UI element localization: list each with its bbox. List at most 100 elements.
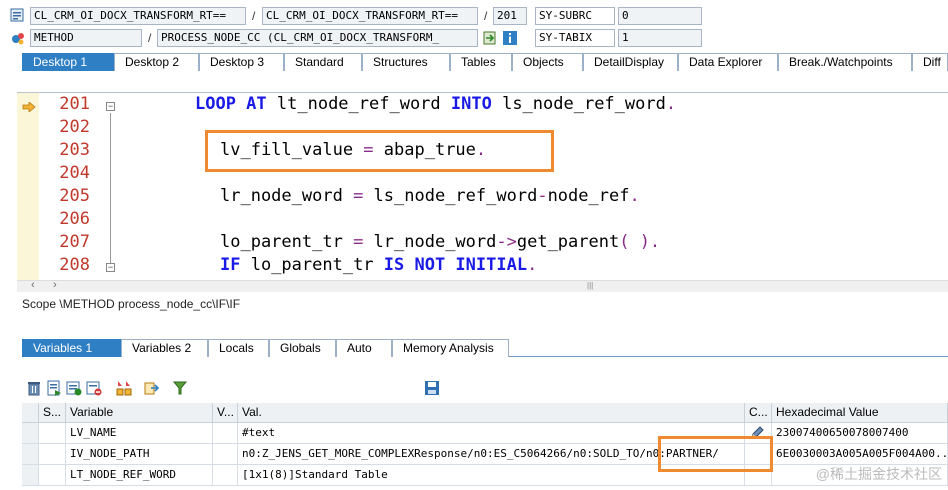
include-field[interactable]: CL_CRM_OI_DOCX_TRANSFORM_RT== (262, 7, 478, 25)
row-selector[interactable] (22, 444, 39, 465)
tab-desktop-2[interactable]: Desktop 2 (114, 53, 199, 71)
variables-tab-bar: Variables 1 Variables 2 Locals Globals A… (22, 339, 948, 357)
line-number: 208 (59, 255, 90, 275)
scope-text: Scope \METHOD process_node_cc\IF\IF (22, 297, 241, 311)
code-text: lr_node_word = ls_node_ref_word-node_ref… (220, 185, 640, 208)
delete-icon[interactable] (26, 380, 42, 396)
code-token: lo_parent_tr (240, 255, 384, 275)
detail-view-icon[interactable] (46, 380, 62, 396)
code-token: ls_node_ref_word (491, 94, 666, 114)
scroll-left-icon[interactable]: ‹ (31, 279, 35, 291)
code-token: . (527, 255, 538, 275)
sy-subrc-value-field[interactable]: 0 (618, 7, 702, 25)
sy-tabix-value-field[interactable]: 1 (618, 29, 702, 47)
column-header[interactable]: V... (213, 403, 238, 423)
code-token: lo_parent_tr (220, 232, 354, 252)
separator: / (252, 9, 256, 23)
tab-desktop-3[interactable]: Desktop 3 (199, 53, 284, 71)
code-token: lr_node_word (220, 186, 354, 206)
tab-structures[interactable]: Structures (362, 53, 450, 71)
code-text: IF lo_parent_tr IS NOT INITIAL. (220, 254, 537, 277)
desktop-tab-bar: Desktop 1 Desktop 2 Desktop 3 Standard S… (22, 53, 948, 71)
line-number: 207 (59, 232, 90, 252)
column-header[interactable]: Hexadecimal Value (772, 403, 948, 423)
code-token: LOOP AT (195, 94, 267, 114)
code-line[interactable]: 208 IF lo_parent_tr IS NOT INITIAL. (17, 254, 948, 277)
variable-name-cell[interactable]: IV_NODE_PATH (66, 444, 213, 465)
hex-value-cell: 6E0030003A005A005F004A00... (772, 444, 948, 465)
code-token: IF (220, 255, 241, 275)
tab-memory-analysis[interactable]: Memory Analysis (392, 339, 509, 357)
code-token: = (353, 232, 364, 252)
tab-standard[interactable]: Standard (284, 53, 362, 71)
sy-subrc-name-field[interactable]: SY-SUBRC (535, 7, 615, 25)
code-line[interactable]: 201 LOOP AT lt_node_ref_word INTO ls_node… (17, 93, 948, 116)
variable-name-cell[interactable]: LT_NODE_REF_WORD (66, 465, 213, 486)
code-token: node_ref (547, 186, 630, 206)
code-token: get_parent (516, 232, 620, 252)
tab-desktop-1[interactable]: Desktop 1 (22, 53, 114, 71)
highlight-box (205, 130, 554, 172)
type-field[interactable]: METHOD (30, 29, 142, 47)
column-header[interactable]: Val. (238, 403, 745, 423)
column-header[interactable]: C... (745, 403, 772, 423)
status-cell (39, 423, 66, 444)
row-selector-header (22, 403, 39, 423)
code-token: - (537, 186, 548, 206)
tab-globals[interactable]: Globals (269, 339, 336, 357)
tab-variables-2[interactable]: Variables 2 (121, 339, 208, 357)
horizontal-scrollbar[interactable]: ‹ › ||| (17, 279, 948, 292)
tab-tables[interactable]: Tables (450, 53, 512, 71)
row-selector[interactable] (22, 465, 39, 486)
tab-diff[interactable]: Diff (912, 53, 948, 71)
separator: / (148, 31, 152, 45)
program-field[interactable]: CL_CRM_OI_DOCX_TRANSFORM_RT== (30, 7, 246, 25)
tab-objects[interactable]: Objects (512, 53, 583, 71)
code-token: lt_node_ref_word (266, 94, 451, 114)
status-cell (39, 465, 66, 486)
program-icon (10, 8, 24, 22)
tab-detaildisplay[interactable]: DetailDisplay (583, 53, 678, 71)
delete-row-icon[interactable] (86, 380, 102, 396)
column-header[interactable]: S... (39, 403, 66, 423)
scroll-grip[interactable]: ||| (587, 281, 593, 290)
insert-row-icon[interactable] (66, 380, 82, 396)
scroll-right-icon[interactable]: › (53, 279, 57, 291)
line-number: 202 (59, 117, 90, 137)
column-header[interactable]: Variable (66, 403, 213, 423)
source-code-editor[interactable]: − − 201 LOOP AT lt_node_ref_word INTO ls_… (17, 92, 948, 292)
code-token: = (353, 186, 364, 206)
watermark: @稀土掘金技术社区 (815, 466, 942, 482)
v-cell (213, 465, 238, 486)
info-icon[interactable] (502, 30, 518, 46)
navigate-icon[interactable] (482, 30, 498, 46)
tab-locals[interactable]: Locals (208, 339, 269, 357)
code-line[interactable]: 206 (17, 208, 948, 231)
tab-data-explorer[interactable]: Data Explorer (678, 53, 778, 71)
sort-icon[interactable] (116, 380, 132, 396)
tab-variables-1[interactable]: Variables 1 (22, 339, 121, 357)
sy-tabix-name-field[interactable]: SY-TABIX (535, 29, 615, 47)
method-icon (10, 30, 26, 46)
line-number: 204 (59, 163, 90, 183)
code-line[interactable]: 205 lr_node_word = ls_node_ref_word-node_… (17, 185, 948, 208)
status-cell (39, 444, 66, 465)
filter-icon[interactable] (172, 380, 188, 396)
code-token: INTO (450, 94, 492, 114)
code-text: LOOP AT lt_node_ref_word INTO ls_node_re… (195, 93, 676, 116)
line-number-field[interactable]: 201 (493, 7, 527, 25)
tab-auto[interactable]: Auto (336, 339, 392, 357)
save-icon[interactable] (424, 380, 440, 396)
line-number: 205 (59, 186, 90, 206)
code-token: -> (496, 232, 517, 252)
transfer-icon[interactable] (144, 380, 160, 396)
code-token: IS NOT INITIAL (383, 255, 528, 275)
variable-name-cell[interactable]: LV_NAME (66, 423, 213, 444)
tab-breakpoints-watchpoints[interactable]: Break./Watchpoints (778, 53, 912, 71)
row-selector[interactable] (22, 423, 39, 444)
event-field[interactable]: PROCESS_NODE_CC (CL_CRM_OI_DOCX_TRANSFOR… (157, 29, 478, 47)
code-text: lo_parent_tr = lr_node_word->get_parent(… (220, 231, 660, 254)
code-token: ls_node_ref_word (363, 186, 538, 206)
code-line[interactable]: 207 lo_parent_tr = lr_node_word->get_pare… (17, 231, 948, 254)
hex-value-cell: 23007400650078007400 (772, 423, 948, 444)
